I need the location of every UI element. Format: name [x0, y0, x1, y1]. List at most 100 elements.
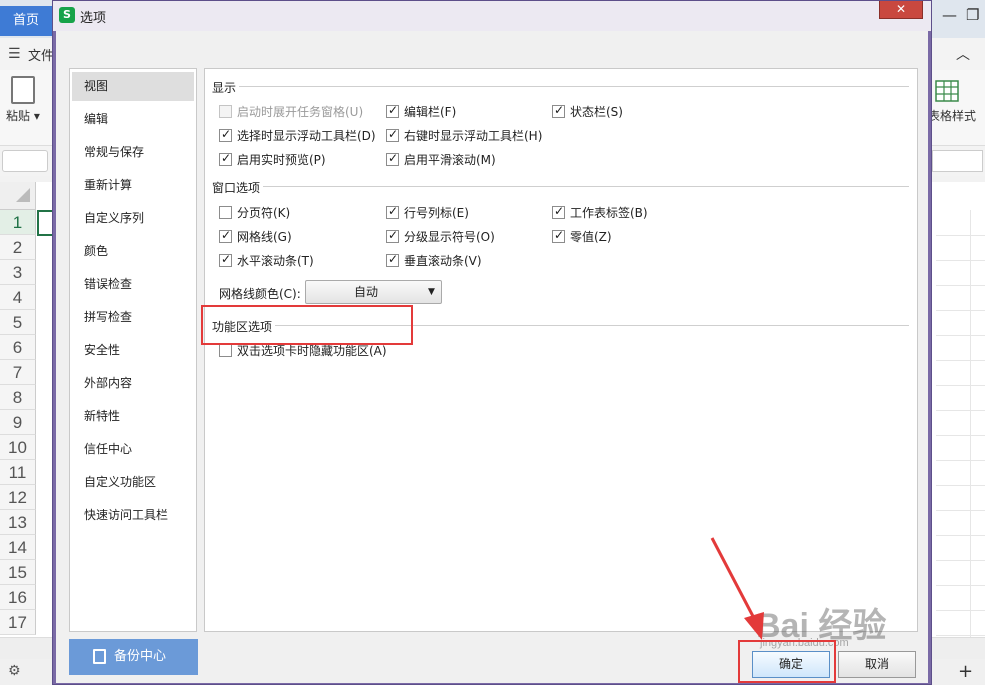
- row-header[interactable]: 10: [0, 435, 36, 460]
- option-label: 零值(Z): [570, 229, 612, 244]
- row-header[interactable]: 13: [0, 510, 36, 535]
- checkbox-checked-icon[interactable]: [386, 252, 399, 267]
- checkbox-checked-icon[interactable]: [552, 204, 565, 219]
- nav-item[interactable]: 视图: [72, 72, 194, 101]
- row-header[interactable]: 7: [0, 360, 36, 385]
- backup-center-label: 备份中心: [114, 649, 167, 664]
- checkbox-unchecked-icon[interactable]: [219, 205, 232, 219]
- checkbox-checked-icon[interactable]: [552, 228, 565, 243]
- row-gridline: [936, 410, 985, 411]
- option-checkbox-row[interactable]: 网格线(G): [219, 227, 292, 245]
- table-style-label[interactable]: 表格样式: [928, 107, 976, 124]
- row-header[interactable]: 8: [0, 385, 36, 410]
- row-header[interactable]: 16: [0, 585, 36, 610]
- row-gridline: [936, 485, 985, 486]
- nav-item[interactable]: 编辑: [72, 105, 194, 134]
- row-gridline: [936, 610, 985, 611]
- dialog-body: 视图编辑常规与保存重新计算自定义序列颜色错误检查拼写检查安全性外部内容新特性信任…: [56, 31, 928, 683]
- option-checkbox-row[interactable]: 水平滚动条(T): [219, 251, 314, 269]
- nav-item[interactable]: 错误检查: [72, 270, 194, 299]
- row-header[interactable]: 17: [0, 610, 36, 635]
- row-header[interactable]: 12: [0, 485, 36, 510]
- checkbox-checked-icon[interactable]: [386, 204, 399, 219]
- row-header[interactable]: 1: [0, 210, 36, 235]
- row-gridline: [936, 585, 985, 586]
- view-options-panel: 显示 启动时展开任务窗格(U) 编辑栏(F) 状态栏(S) 选择时显示浮动工具栏(D)…: [204, 68, 918, 632]
- option-checkbox-row[interactable]: 启用平滑滚动(M): [386, 150, 496, 168]
- checkbox-checked-icon[interactable]: [386, 127, 399, 142]
- option-checkbox-row[interactable]: 零值(Z): [552, 227, 612, 245]
- checkbox-checked-icon[interactable]: [386, 151, 399, 166]
- dialog-titlebar[interactable]: S 选项 ✕: [53, 1, 931, 31]
- home-tab[interactable]: 首页: [0, 6, 52, 36]
- row-gridline: [936, 285, 985, 286]
- row-header[interactable]: 15: [0, 560, 36, 585]
- option-checkbox-row[interactable]: 右键时显示浮动工具栏(H): [386, 126, 542, 144]
- cancel-button[interactable]: 取消: [838, 651, 916, 678]
- nav-item[interactable]: 常规与保存: [72, 138, 194, 167]
- option-checkbox-row[interactable]: 分页符(K): [219, 203, 290, 221]
- nav-item[interactable]: 自定义功能区: [72, 468, 194, 497]
- chevron-up-icon[interactable]: ︿: [956, 44, 970, 64]
- option-checkbox-row[interactable]: 垂直滚动条(V): [386, 251, 482, 269]
- checkbox-checked-icon[interactable]: [386, 103, 399, 118]
- checkbox-checked-icon[interactable]: [219, 252, 232, 267]
- restore-icon[interactable]: ❐: [966, 6, 979, 24]
- option-checkbox-row[interactable]: 启用实时预览(P): [219, 150, 326, 168]
- nav-item[interactable]: 拼写检查: [72, 303, 194, 332]
- paste-label[interactable]: 粘贴 ▾: [6, 107, 40, 124]
- option-checkbox-row[interactable]: 工作表标签(B): [552, 203, 648, 221]
- nav-item[interactable]: 自定义序列: [72, 204, 194, 233]
- checkbox-unchecked-icon[interactable]: [219, 104, 232, 118]
- row-header[interactable]: 3: [0, 260, 36, 285]
- file-menu[interactable]: 文件: [28, 45, 54, 64]
- grid-color-value: 自动: [354, 285, 379, 299]
- row-header[interactable]: 14: [0, 535, 36, 560]
- grid-color-select[interactable]: 自动 ▼: [305, 280, 442, 304]
- nav-item[interactable]: 颜色: [72, 237, 194, 266]
- annotation-arrow-icon: [710, 537, 764, 640]
- checkbox-checked-icon[interactable]: [219, 151, 232, 166]
- nav-item[interactable]: 信任中心: [72, 435, 194, 464]
- option-label: 垂直滚动条(V): [404, 253, 482, 268]
- column-gridline: [970, 210, 971, 637]
- option-checkbox-row[interactable]: 编辑栏(F): [386, 102, 456, 120]
- nav-item[interactable]: 安全性: [72, 336, 194, 365]
- option-label: 水平滚动条(T): [237, 253, 314, 268]
- row-header[interactable]: 5: [0, 310, 36, 335]
- option-checkbox-row[interactable]: 分级显示符号(O): [386, 227, 495, 245]
- nav-item[interactable]: 重新计算: [72, 171, 194, 200]
- close-icon[interactable]: ✕: [879, 1, 923, 19]
- option-label: 状态栏(S): [570, 104, 623, 119]
- macro-record-icon[interactable]: ⚙: [8, 663, 21, 679]
- option-checkbox-row[interactable]: 状态栏(S): [552, 102, 623, 120]
- option-checkbox-row[interactable]: 选择时显示浮动工具栏(D): [219, 126, 376, 144]
- name-box[interactable]: [2, 150, 48, 172]
- checkbox-checked-icon[interactable]: [219, 127, 232, 142]
- paste-icon[interactable]: [11, 76, 35, 104]
- add-sheet-button[interactable]: +: [958, 661, 973, 682]
- nav-item[interactable]: 外部内容: [72, 369, 194, 398]
- dialog-title: 选项: [80, 11, 107, 26]
- row-gridline: [936, 560, 985, 561]
- minimize-icon[interactable]: —: [942, 6, 957, 24]
- row-header[interactable]: 11: [0, 460, 36, 485]
- backup-center-button[interactable]: 备份中心: [69, 639, 198, 675]
- row-header[interactable]: 6: [0, 335, 36, 360]
- row-header[interactable]: 4: [0, 285, 36, 310]
- table-style-icon[interactable]: [935, 80, 959, 102]
- checkbox-checked-icon[interactable]: [386, 228, 399, 243]
- option-checkbox-row[interactable]: 行号列标(E): [386, 203, 469, 221]
- checkbox-checked-icon[interactable]: [552, 103, 565, 118]
- option-checkbox-row[interactable]: 启动时展开任务窗格(U): [219, 102, 363, 120]
- row-header[interactable]: 9: [0, 410, 36, 435]
- row-gridline: [936, 510, 985, 511]
- nav-item[interactable]: 快速访问工具栏: [72, 501, 194, 530]
- checkbox-unchecked-icon[interactable]: [219, 343, 232, 357]
- hamburger-menu-icon[interactable]: ☰: [8, 46, 21, 62]
- checkbox-checked-icon[interactable]: [219, 228, 232, 243]
- nav-item[interactable]: 新特性: [72, 402, 194, 431]
- section-title-window: 窗口选项: [212, 181, 261, 195]
- row-header[interactable]: 2: [0, 235, 36, 260]
- formula-input[interactable]: [932, 150, 983, 172]
